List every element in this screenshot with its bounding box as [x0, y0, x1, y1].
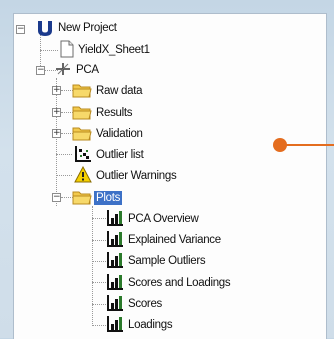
- tree-item-loadings[interactable]: Loadings: [126, 315, 174, 335]
- tree-line: [92, 206, 93, 326]
- tree-expander-pca[interactable]: −: [36, 66, 45, 75]
- tree-item-label: Explained Variance: [128, 234, 221, 246]
- tree-item-label: Outlier Warnings: [96, 170, 177, 182]
- plot-icon: [106, 209, 124, 227]
- tree-item-label: Scores and Loadings: [128, 277, 231, 289]
- tree-line: [56, 175, 72, 176]
- tree-item-sheet[interactable]: YieldX_Sheet1: [76, 40, 152, 60]
- tree-item-label: YieldX_Sheet1: [78, 44, 150, 56]
- tree-line: [56, 78, 57, 206]
- tree-item-pca-overview[interactable]: PCA Overview: [126, 209, 201, 229]
- tree-expander-results[interactable]: +: [52, 108, 61, 117]
- tree-expander-raw-data[interactable]: +: [52, 86, 61, 95]
- project-tree: − New Project YieldX_Sheet1 − PCA + Raw …: [14, 14, 326, 339]
- plot-icon: [106, 294, 124, 312]
- tree-item-label: Sample Outliers: [128, 255, 206, 267]
- tree-item-validation[interactable]: Validation: [94, 124, 145, 144]
- tree-expander-root[interactable]: −: [16, 25, 25, 34]
- tree-item-label: Plots: [94, 191, 123, 205]
- tree-item-outlier-list[interactable]: Outlier list: [94, 145, 146, 165]
- tree-item-label: Scores: [128, 298, 162, 310]
- tree-expander-validation[interactable]: +: [52, 129, 61, 138]
- tree-expander-plots[interactable]: −: [52, 193, 61, 202]
- tree-item-plots[interactable]: Plots: [94, 188, 123, 208]
- tree-line: [92, 304, 106, 305]
- plot-icon: [106, 315, 124, 333]
- tree-item-label: PCA: [76, 64, 99, 76]
- tree-line: [92, 261, 106, 262]
- folder-icon: [72, 81, 92, 99]
- plot-icon: [106, 251, 124, 269]
- folder-icon: [72, 103, 92, 121]
- project-tree-panel: − New Project YieldX_Sheet1 − PCA + Raw …: [13, 13, 327, 339]
- project-u-icon: [36, 19, 54, 37]
- folder-icon: [72, 124, 92, 142]
- tree-item-results[interactable]: Results: [94, 103, 134, 123]
- tree-line: [92, 218, 106, 219]
- tree-item-pca[interactable]: PCA: [74, 60, 101, 80]
- tree-item-label: New Project: [58, 22, 117, 34]
- tree-item-label: Loadings: [128, 319, 173, 331]
- tree-line: [56, 154, 72, 155]
- folder-icon: [72, 188, 92, 206]
- document-icon: [58, 40, 76, 58]
- tree-item-label: Results: [96, 107, 133, 119]
- plot-icon: [106, 230, 124, 248]
- callout-line: [280, 144, 334, 146]
- tree-item-new-project[interactable]: New Project: [56, 18, 119, 38]
- tree-line: [40, 50, 58, 51]
- callout-dot: [273, 138, 287, 152]
- tree-item-label: PCA Overview: [128, 213, 199, 225]
- tree-item-label: Raw data: [96, 85, 143, 97]
- warning-icon: [74, 165, 92, 184]
- tree-item-explained-variance[interactable]: Explained Variance: [126, 230, 223, 250]
- tree-line: [92, 240, 106, 241]
- tree-line: [92, 282, 106, 283]
- tree-item-label: Validation: [96, 128, 143, 140]
- scatter-plot-icon: [74, 145, 92, 163]
- model-icon: [54, 60, 72, 78]
- tree-item-scores-and-loadings[interactable]: Scores and Loadings: [126, 273, 232, 293]
- tree-line: [92, 325, 106, 326]
- tree-item-raw-data[interactable]: Raw data: [94, 81, 144, 101]
- tree-item-outlier-warnings[interactable]: Outlier Warnings: [94, 166, 178, 186]
- tree-item-label: Outlier list: [96, 149, 144, 161]
- tree-item-scores[interactable]: Scores: [126, 294, 164, 314]
- plot-icon: [106, 273, 124, 291]
- tree-item-sample-outliers[interactable]: Sample Outliers: [126, 251, 207, 271]
